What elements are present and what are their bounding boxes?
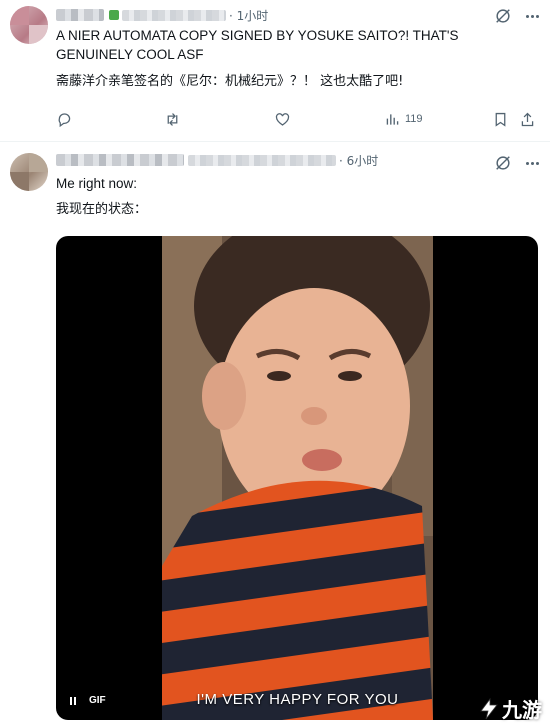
author-handle[interactable] xyxy=(122,9,226,21)
like-button[interactable] xyxy=(274,108,291,130)
gif-badge: GIF xyxy=(89,695,106,706)
pause-icon[interactable] xyxy=(70,696,76,705)
more-icon[interactable] xyxy=(522,154,542,172)
tweet-header: · 1小时 xyxy=(56,6,268,24)
share-button[interactable] xyxy=(519,108,536,130)
views-count: 119 xyxy=(405,113,423,125)
timestamp[interactable]: · 1小时 xyxy=(229,7,268,24)
reply-button[interactable] xyxy=(56,108,73,130)
tweet-text-en: A NIER AUTOMATA COPY SIGNED BY YOSUKE SA… xyxy=(56,28,459,62)
retweet-button[interactable] xyxy=(164,108,181,130)
more-icon[interactable] xyxy=(522,7,542,25)
author-name[interactable] xyxy=(56,154,184,166)
author-handle[interactable] xyxy=(188,154,336,166)
gif-frame: I'M VERY HAPPY FOR YOU xyxy=(162,236,433,720)
gif-media[interactable]: I'M VERY HAPPY FOR YOU GIF xyxy=(56,236,538,720)
timestamp[interactable]: · 6小时 xyxy=(339,152,378,169)
gif-controls[interactable]: GIF xyxy=(70,695,106,706)
retweet-icon xyxy=(167,112,178,126)
tweet-header: · 6小时 xyxy=(56,151,378,169)
author-name[interactable] xyxy=(56,9,104,21)
tweet-actions: 119 xyxy=(56,108,538,130)
tweet-1[interactable]: · 1小时 A NIER AUTOMATA COPY SIGNED BY YOS… xyxy=(0,0,550,142)
tweet-2[interactable]: · 6小时 Me right now: 我现在的状态： I'M VERY HAP… xyxy=(0,142,550,727)
watermark-text: 九游 xyxy=(502,698,542,722)
tweet-text-en: Me right now: xyxy=(56,176,138,191)
share-icon xyxy=(521,112,534,126)
views-button[interactable]: 119 xyxy=(384,108,423,130)
like-icon xyxy=(275,112,290,126)
grok-icon[interactable] xyxy=(494,7,512,25)
site-watermark: 九游 xyxy=(476,694,542,723)
gif-caption: I'M VERY HAPPY FOR YOU xyxy=(196,691,399,708)
bookmark-button[interactable] xyxy=(492,108,509,130)
views-icon xyxy=(386,113,399,125)
badge-icon xyxy=(109,10,119,20)
reply-icon xyxy=(58,112,71,127)
tweet-text-cn: 我现在的状态： xyxy=(56,202,148,217)
avatar[interactable] xyxy=(10,6,48,44)
toddler-image xyxy=(162,236,433,720)
nine-game-logo-icon xyxy=(480,697,498,719)
bookmark-icon xyxy=(495,112,506,127)
tweet-text-cn: 斋藤洋介亲笔签名的《尼尔：机械纪元》？！ 这也太酷了吧! xyxy=(56,74,404,89)
grok-icon[interactable] xyxy=(494,154,512,172)
avatar[interactable] xyxy=(10,153,48,191)
